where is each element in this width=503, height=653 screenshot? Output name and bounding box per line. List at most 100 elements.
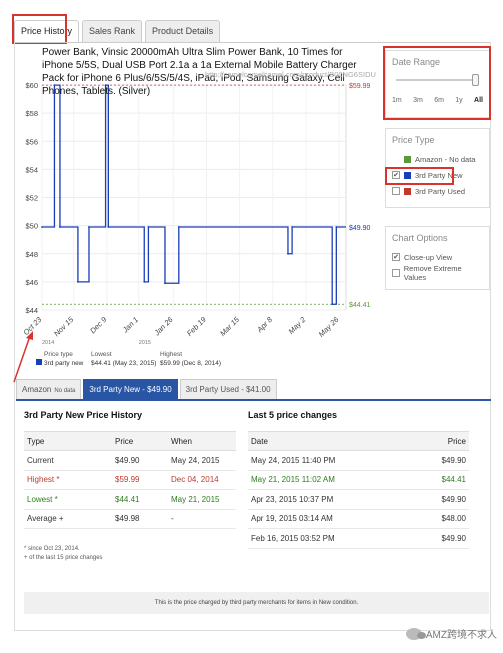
y-tick-label: $54 — [25, 165, 38, 174]
data-point — [88, 226, 90, 228]
footnote-since: * since Oct 23, 2014. — [24, 546, 80, 552]
cell-change-price: $49.90 — [413, 528, 469, 549]
price-tab[interactable]: 3rd Party New - $49.90 — [83, 379, 178, 399]
data-point — [143, 280, 146, 283]
price-tab[interactable]: 3rd Party Used - $41.00 — [179, 379, 277, 399]
price-type-title: Price Type — [392, 135, 435, 145]
cell-change-price: $48.00 — [413, 509, 469, 529]
y-tick-label: $58 — [25, 109, 38, 118]
x-tick-label: Jan 1 — [120, 315, 140, 335]
cell-change-price: $49.90 — [413, 489, 469, 510]
y-tick-label: $46 — [25, 278, 38, 287]
low-price-label: $44.41 — [349, 302, 371, 309]
checkbox[interactable] — [392, 187, 400, 195]
price-type-row[interactable]: Amazon - No data — [392, 151, 483, 167]
color-swatch — [404, 187, 411, 195]
price-tab[interactable]: Amazon No data — [16, 379, 82, 399]
x-tick-label: Jan 26 — [152, 314, 176, 338]
chart-option-label: Remove Extreme Values — [403, 264, 462, 282]
chart-option-row[interactable]: Remove Extreme Values — [392, 264, 483, 282]
price-type-label: Amazon - No data — [415, 154, 476, 164]
cell-type: Current — [24, 450, 112, 471]
wechat-icon — [405, 627, 426, 640]
chart-options-panel: Chart Options ✔ Close-up View Remove Extre… — [385, 226, 490, 290]
cell-date: Apr 23, 2015 10:37 PM — [248, 489, 414, 510]
cell-date: May 24, 2015 11:40 PM — [248, 450, 414, 471]
cell-type: Highest * — [24, 470, 112, 490]
table-row: Current $49.90 May 24, 2015 — [24, 450, 236, 471]
cell-when: Dec 04, 2014 — [168, 470, 236, 490]
cell-type: Average + — [24, 509, 112, 529]
table-row: May 24, 2015 11:40 PM $49.90 — [248, 450, 469, 471]
price-type-tabs: Amazon No data 3rd Party New - $49.90 3rd P… — [16, 379, 277, 399]
data-point — [77, 280, 79, 283]
footnote: * since Oct 23, 2014. + of the last 15 p… — [24, 545, 103, 563]
chart-option-row[interactable]: ✔ Close-up View — [392, 249, 483, 265]
data-point — [291, 226, 294, 228]
col-date: Date — [248, 431, 414, 451]
cell-date: Feb 16, 2015 03:52 PM — [248, 528, 414, 549]
cell-type: Lowest * — [24, 489, 112, 510]
y-tick-label: $50 — [25, 222, 38, 231]
legend-swatch — [36, 359, 42, 365]
watermark-text: AMZ跨境不求人 — [425, 630, 497, 641]
cell-price: $44.41 — [112, 489, 168, 510]
y-tick-label: $60 — [25, 81, 38, 90]
cell-price: $49.98 — [112, 509, 168, 529]
x-tick-label: Feb 19 — [185, 314, 208, 337]
table-row: Highest * $59.99 Dec 04, 2014 — [24, 470, 236, 490]
year-label: 2015 — [139, 340, 151, 346]
cell-price: $59.99 — [112, 470, 168, 490]
checkbox[interactable]: ✔ — [392, 253, 400, 261]
table-row: Lowest * $44.41 May 21, 2015 — [24, 489, 236, 510]
y-tick-label: $48 — [25, 250, 38, 259]
x-tick-label: Mar 15 — [218, 314, 241, 337]
price-type-label: 3rd Party Used — [415, 186, 466, 196]
price-history-table: Type Price When Current $49.90 May 24, 201… — [24, 431, 236, 529]
x-tick-label: May 26 — [317, 314, 341, 338]
chart-options-title: Chart Options — [392, 233, 448, 243]
current-price-label: $49.90 — [349, 225, 371, 232]
tab-underline — [16, 399, 491, 401]
annotation-box-date-range — [383, 46, 491, 120]
annotation-arrow — [13, 335, 31, 383]
legend-header-highest: Highest — [160, 351, 182, 358]
history-title: 3rd Party New Price History — [24, 410, 143, 420]
cell-when: May 24, 2015 — [168, 450, 236, 471]
col-change-price: Price — [413, 431, 469, 451]
checkbox[interactable] — [392, 269, 400, 277]
year-label: 2014 — [42, 340, 54, 346]
y-tick-label: $52 — [25, 194, 38, 203]
annotation-box-3rd-party-new — [385, 167, 454, 185]
product-url[interactable]: http://camelcamelcamel.com/product/B00NG… — [205, 70, 376, 79]
table-row: Apr 19, 2015 03:14 AM $48.00 — [248, 509, 469, 529]
data-point — [147, 226, 150, 228]
legend-row-label: 3rd party new — [44, 360, 84, 367]
data-point — [177, 226, 180, 228]
data-point — [59, 226, 61, 228]
x-tick-label: Dec 9 — [88, 314, 109, 335]
condition-note: This is the price charged by third party… — [24, 592, 489, 614]
data-point — [107, 226, 110, 228]
data-point — [287, 252, 289, 255]
y-tick-label: $44 — [25, 306, 38, 315]
col-price: Price — [112, 431, 168, 451]
table-row: May 21, 2015 11:02 AM $44.41 — [248, 470, 469, 490]
table-row: Average + $49.98- — [24, 509, 236, 529]
changes-title: Last 5 price changes — [248, 410, 338, 420]
price-type-row[interactable]: 3rd Party Used — [392, 183, 483, 199]
footnote-average: + of the last 15 price changes — [24, 555, 103, 561]
chart-options-list: ✔ Close-up View Remove Extreme Values — [392, 249, 483, 282]
table-row: Apr 23, 2015 10:37 PM $49.90 — [248, 489, 469, 510]
x-tick-label: May 2 — [287, 314, 308, 335]
legend-header-type: Price type — [44, 351, 73, 358]
table-row: Feb 16, 2015 03:52 PM $49.90 — [248, 528, 469, 549]
y-tick-label: $56 — [25, 137, 38, 146]
col-type: Type — [24, 431, 112, 451]
cell-date: Apr 19, 2015 03:14 AM — [248, 509, 414, 529]
legend-highest: $59.99 (Dec 8, 2014) — [160, 360, 221, 367]
chart-option-label: Close-up View — [404, 252, 453, 262]
price-tab-label: 3rd Party New - $49.90 — [89, 385, 172, 394]
price-tab-suffix: No data — [54, 388, 76, 394]
legend-lowest: $44.41 (May 23, 2015) — [91, 360, 156, 367]
